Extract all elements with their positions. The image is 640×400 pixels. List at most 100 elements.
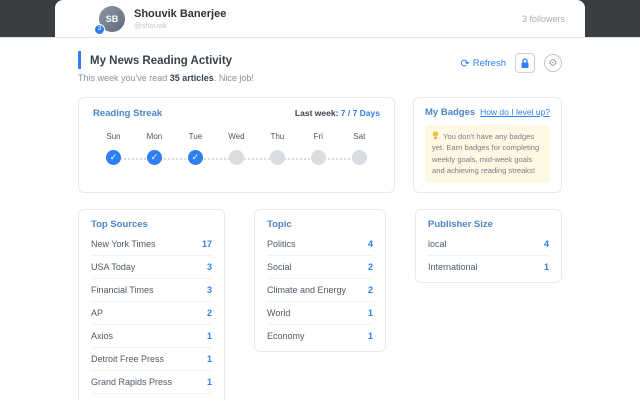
reading-streak-title: Reading Streak <box>93 108 163 119</box>
topic-row: Social 2 <box>267 256 373 279</box>
refresh-button[interactable]: ⟳ Refresh <box>461 57 506 70</box>
streak-day: Sun ✓ <box>93 132 134 165</box>
main-content: My News Reading Activity This week you'v… <box>78 38 562 400</box>
publisher-count: 1 <box>543 261 549 272</box>
title-block: My News Reading Activity This week you'v… <box>78 51 254 83</box>
topic-title: Topic <box>267 218 292 230</box>
top-sources-list: New York Times 17 USA Today 3 Financial … <box>91 233 212 400</box>
source-row: New York Times 17 <box>91 233 212 256</box>
avatar-count-badge: 3 <box>94 23 105 35</box>
last-week-label: Last week: <box>294 108 339 118</box>
topic-count: 1 <box>367 330 373 341</box>
summary-prefix: This week you've read <box>78 73 170 83</box>
topic-name: World <box>267 307 291 318</box>
publisher-size-card: Publisher Size local 4 International 1 <box>415 208 562 283</box>
source-row: AP 2 <box>91 302 212 325</box>
avatar: SB 3 <box>94 5 125 35</box>
source-name: New York Times <box>91 238 156 249</box>
publisher-size-list: local 4 International 1 <box>428 233 549 278</box>
my-badges-title: My Badges <box>425 107 476 118</box>
lock-icon-button[interactable] <box>515 53 535 73</box>
profile-identity: Shouvik Banerjee @shouvik <box>134 8 226 30</box>
topic-list: Politics 4 Social 2 Climate and Energy 2 <box>267 233 373 347</box>
lock-icon <box>521 57 529 68</box>
profile-handle: @shouvik <box>134 20 168 30</box>
weekly-summary: This week you've read 35 articles. Nice … <box>78 73 254 83</box>
toolbar-actions: ⟳ Refresh ⚙ <box>461 51 562 73</box>
source-name: Grand Rapids Press <box>91 376 173 387</box>
source-row: Axios 1 <box>91 325 212 348</box>
publisher-count: 4 <box>543 238 549 249</box>
refresh-label: Refresh <box>472 57 506 69</box>
day-label: Thu <box>270 132 285 141</box>
profile-header: SB 3 Shouvik Banerjee @shouvik 3 followe… <box>55 0 585 37</box>
streak-day: Wed <box>216 132 257 165</box>
source-row: Detroit Free Press 1 <box>91 348 212 371</box>
day-check-circle <box>351 150 367 165</box>
source-row: Financial Times 3 <box>91 279 212 302</box>
gear-icon: ⚙ <box>548 57 558 69</box>
refresh-icon: ⟳ <box>460 57 470 70</box>
topic-count: 1 <box>367 307 373 318</box>
source-count: 3 <box>206 261 212 272</box>
lightbulb-icon <box>432 131 441 141</box>
day-label: Wed <box>228 132 245 141</box>
reading-streak-card: Reading Streak Last week: 7 / 7 Days Sun… <box>78 97 395 193</box>
my-badges-card: My Badges How do I level up? You don't h… <box>413 97 562 193</box>
day-check-circle <box>228 150 244 165</box>
day-check-circle: ✓ <box>146 150 162 165</box>
followers-count: 3 followers <box>521 13 565 24</box>
last-week-value: 7 / 7 Days <box>340 108 380 118</box>
source-name: Detroit Free Press <box>91 353 165 364</box>
day-label: Sun <box>106 132 121 141</box>
day-check-circle: ✓ <box>105 150 121 165</box>
topic-name: Climate and Energy <box>267 284 347 295</box>
source-row: Grand Rapids Press 1 <box>91 371 212 394</box>
stats-cards-row: Top Sources New York Times 17 USA Today … <box>78 208 562 400</box>
publisher-size-title: Publisher Size <box>428 218 493 230</box>
source-name: USA Today <box>91 261 136 272</box>
source-row: USA Today 3 <box>91 256 212 279</box>
source-name: AP <box>91 307 104 318</box>
topic-row: Climate and Energy 2 <box>267 279 373 302</box>
source-count: 3 <box>206 284 212 295</box>
source-count: 1 <box>206 330 212 341</box>
top-sources-title: Top Sources <box>91 218 148 230</box>
day-check-circle <box>269 150 285 165</box>
streak-day: Thu <box>257 132 298 165</box>
summary-suffix: . Nice job! <box>213 73 254 83</box>
page-title: My News Reading Activity <box>90 55 233 67</box>
topic-card: Topic Politics 4 Social 2 Climate and En… <box>254 208 386 352</box>
topic-name: Politics <box>267 238 296 249</box>
day-label: Fri <box>313 132 323 141</box>
source-count: 1 <box>206 376 212 387</box>
badges-tip: You don't have any badges yet. Earn badg… <box>425 125 550 183</box>
streak-day: Fri <box>298 132 339 165</box>
publisher-row: International 1 <box>428 256 549 278</box>
last-week-stat: Last week: 7 / 7 Days <box>295 108 380 118</box>
source-name: Axios <box>91 330 114 341</box>
streak-day: Sat <box>339 132 380 165</box>
topic-name: Economy <box>267 330 305 341</box>
topic-row: Economy 1 <box>267 325 373 347</box>
topic-row: World 1 <box>267 302 373 325</box>
settings-icon-button[interactable]: ⚙ <box>544 54 562 72</box>
streak-day: Mon ✓ <box>134 132 175 165</box>
topic-row: Politics 4 <box>267 233 373 256</box>
topic-count: 4 <box>367 238 373 249</box>
topic-count: 2 <box>367 284 373 295</box>
streak-days: Sun ✓ Mon ✓ Tue ✓ Wed Thu Fri Sat <box>93 132 380 165</box>
top-sources-card: Top Sources New York Times 17 USA Today … <box>78 208 225 400</box>
source-name: Financial Times <box>91 284 154 295</box>
source-row: Reuters 1 <box>91 394 212 400</box>
day-label: Mon <box>146 132 163 141</box>
level-up-link[interactable]: How do I level up? <box>480 107 550 117</box>
badges-message: You don't have any badges yet. Earn badg… <box>432 132 540 176</box>
topic-count: 2 <box>367 261 373 272</box>
articles-count: 35 articles <box>169 73 214 83</box>
day-label: Sat <box>353 132 366 141</box>
streak-day: Tue ✓ <box>175 132 216 165</box>
publisher-type: local <box>428 238 447 249</box>
activity-toolbar: My News Reading Activity This week you'v… <box>78 51 562 83</box>
day-label: Tue <box>188 132 203 141</box>
